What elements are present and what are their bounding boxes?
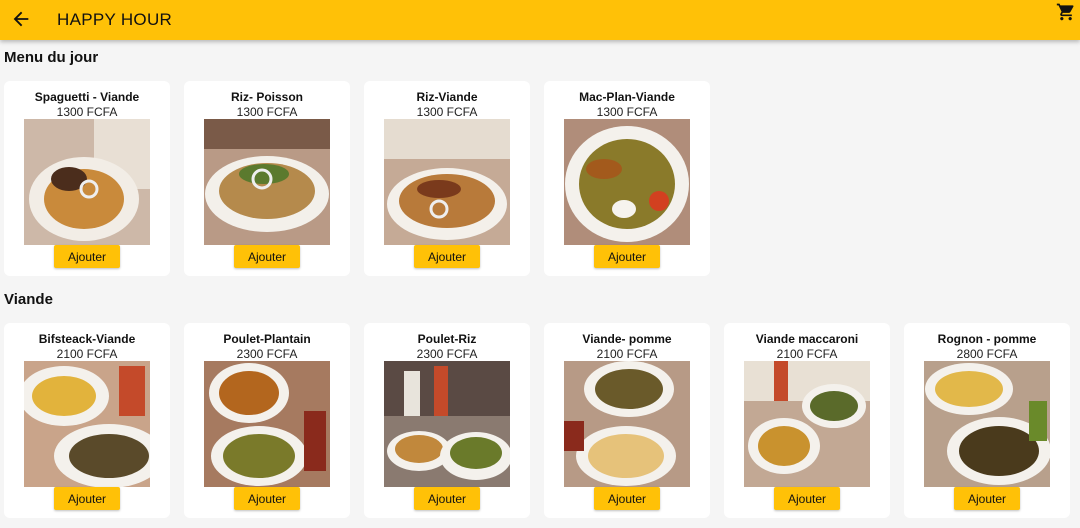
item-name: Poulet-Plantain: [223, 332, 311, 346]
menu-item-card[interactable]: Riz- Poisson 1300 FCFA Ajouter: [184, 81, 350, 276]
add-button[interactable]: Ajouter: [594, 245, 660, 268]
section-title-viande: Viande: [4, 291, 53, 308]
item-price: 2300 FCFA: [236, 347, 298, 361]
menu-item-card[interactable]: Viande maccaroni 2100 FCFA Ajouter: [724, 323, 890, 518]
item-price: 2800 FCFA: [956, 347, 1018, 361]
item-photo: [924, 361, 1050, 487]
item-photo: [564, 361, 690, 487]
menu-item-card[interactable]: Riz-Viande 1300 FCFA Ajouter: [364, 81, 530, 276]
app-bar: HAPPY HOUR: [0, 0, 1080, 40]
menu-item-card[interactable]: Poulet-Plantain 2300 FCFA Ajouter: [184, 323, 350, 518]
add-button[interactable]: Ajouter: [414, 487, 480, 510]
item-price: 2300 FCFA: [416, 347, 478, 361]
menu-item-card[interactable]: Bifsteack-Viande 2100 FCFA Ajouter: [4, 323, 170, 518]
menu-item-card[interactable]: Rognon - pomme 2800 FCFA Ajouter: [904, 323, 1070, 518]
item-name: Poulet-Riz: [417, 332, 477, 346]
item-name: Rognon - pomme: [937, 332, 1037, 346]
add-button[interactable]: Ajouter: [774, 487, 840, 510]
item-price: 1300 FCFA: [236, 105, 298, 119]
shopping-cart-icon[interactable]: [1056, 2, 1076, 22]
item-name: Bifsteack-Viande: [38, 332, 136, 346]
add-button[interactable]: Ajouter: [234, 245, 300, 268]
add-button[interactable]: Ajouter: [54, 487, 120, 510]
add-button[interactable]: Ajouter: [234, 487, 300, 510]
item-name: Riz- Poisson: [230, 90, 303, 104]
add-button[interactable]: Ajouter: [414, 245, 480, 268]
section-title-menu-du-jour: Menu du jour: [4, 49, 99, 66]
add-button[interactable]: Ajouter: [594, 487, 660, 510]
item-name: Viande maccaroni: [755, 332, 859, 346]
item-name: Riz-Viande: [416, 90, 478, 104]
item-photo: [384, 361, 510, 487]
item-photo: [384, 119, 510, 245]
menu-item-card[interactable]: Poulet-Riz 2300 FCFA Ajouter: [364, 323, 530, 518]
add-button[interactable]: Ajouter: [54, 245, 120, 268]
item-price: 1300 FCFA: [56, 105, 118, 119]
item-photo: [564, 119, 690, 245]
add-button[interactable]: Ajouter: [954, 487, 1020, 510]
item-photo: [204, 119, 330, 245]
item-price: 1300 FCFA: [416, 105, 478, 119]
item-price: 1300 FCFA: [596, 105, 658, 119]
page-title: HAPPY HOUR: [57, 10, 173, 29]
item-price: 2100 FCFA: [776, 347, 838, 361]
item-price: 2100 FCFA: [596, 347, 658, 361]
item-name: Mac-Plan-Viande: [579, 90, 675, 104]
item-photo: [744, 361, 870, 487]
item-photo: [204, 361, 330, 487]
arrow-back-icon[interactable]: [10, 8, 32, 30]
item-price: 2100 FCFA: [56, 347, 118, 361]
menu-item-card[interactable]: Mac-Plan-Viande 1300 FCFA Ajouter: [544, 81, 710, 276]
menu-item-card[interactable]: Spaguetti - Viande 1300 FCFA Ajouter: [4, 81, 170, 276]
item-photo: [24, 361, 150, 487]
item-name: Spaguetti - Viande: [34, 90, 140, 104]
item-photo: [24, 119, 150, 245]
menu-item-card[interactable]: Viande- pomme 2100 FCFA Ajouter: [544, 323, 710, 518]
item-name: Viande- pomme: [582, 332, 672, 346]
